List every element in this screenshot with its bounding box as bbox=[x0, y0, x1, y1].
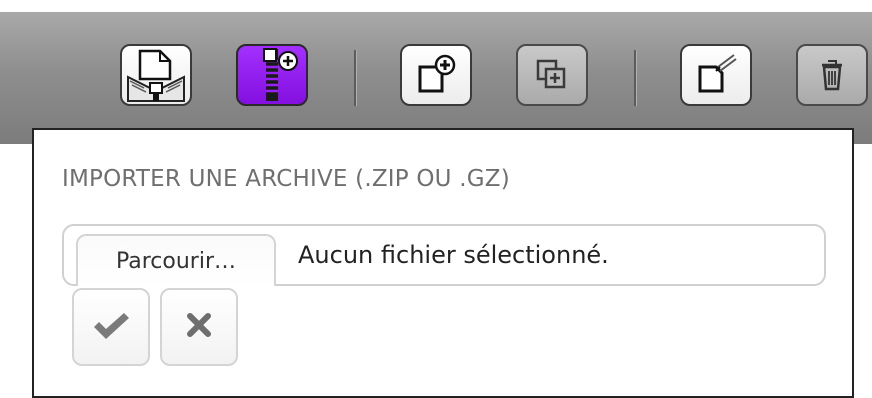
file-input[interactable]: Parcourir… Aucun fichier sélectionné. bbox=[62, 224, 826, 286]
trash-icon bbox=[814, 55, 850, 95]
zip-archive-add-icon bbox=[244, 47, 300, 103]
zip-archive-button[interactable] bbox=[236, 44, 308, 106]
toolbar-separator bbox=[354, 50, 357, 106]
new-document-button[interactable] bbox=[400, 44, 472, 106]
delete-button[interactable] bbox=[796, 44, 868, 106]
confirm-button[interactable] bbox=[72, 288, 150, 366]
file-status-text: Aucun fichier sélectionné. bbox=[298, 241, 609, 269]
close-icon bbox=[185, 311, 213, 343]
unzip-document-icon bbox=[126, 47, 186, 103]
toolbar bbox=[0, 12, 872, 144]
duplicate-button[interactable] bbox=[516, 44, 588, 106]
edit-document-icon bbox=[694, 53, 738, 97]
browse-button[interactable]: Parcourir… bbox=[76, 234, 276, 286]
edit-document-button[interactable] bbox=[680, 44, 752, 106]
unzip-button[interactable] bbox=[120, 44, 192, 106]
import-archive-panel: IMPORTER UNE ARCHIVE (.ZIP OU .GZ) Parco… bbox=[32, 128, 854, 398]
checkmark-icon bbox=[91, 309, 131, 345]
panel-title: IMPORTER UNE ARCHIVE (.ZIP OU .GZ) bbox=[62, 166, 510, 192]
duplicate-icon bbox=[532, 55, 572, 95]
toolbar-separator bbox=[634, 50, 637, 106]
cancel-button[interactable] bbox=[160, 288, 238, 366]
new-document-icon bbox=[414, 53, 458, 97]
